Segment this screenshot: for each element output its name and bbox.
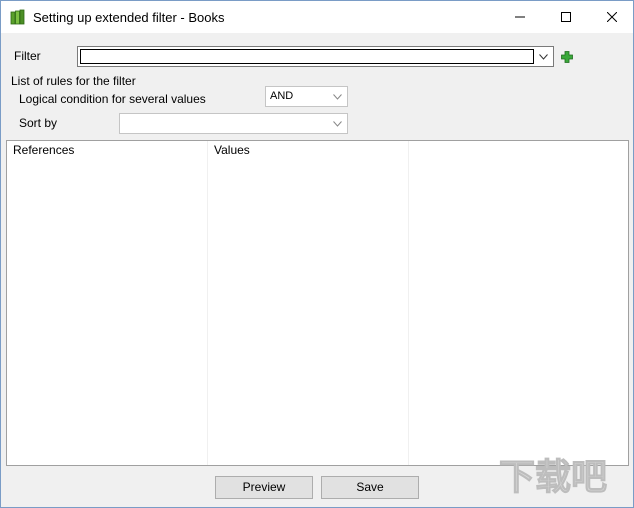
column-header-references[interactable]: References <box>7 141 207 160</box>
minimize-icon <box>515 16 525 18</box>
logical-condition-label: Logical condition for several values <box>19 92 206 106</box>
maximize-button[interactable] <box>543 1 589 33</box>
column-divider <box>408 141 409 465</box>
chevron-down-icon <box>330 89 345 104</box>
window-title: Setting up extended filter - Books <box>33 10 225 25</box>
filter-combobox[interactable] <box>77 46 554 67</box>
plus-icon[interactable] <box>561 51 573 63</box>
rules-grid[interactable]: References Values <box>6 140 629 466</box>
filter-dropdown-button[interactable] <box>535 48 552 65</box>
chevron-down-icon <box>539 53 548 60</box>
minimize-button[interactable] <box>497 1 543 33</box>
filter-dialog-window: Setting up extended filter - Books Filte… <box>0 0 634 508</box>
filter-text-field[interactable] <box>80 49 534 64</box>
close-button[interactable] <box>589 1 634 33</box>
close-icon <box>607 12 617 22</box>
column-header-values[interactable]: Values <box>208 141 408 160</box>
sort-by-label: Sort by <box>19 116 58 130</box>
title-bar: Setting up extended filter - Books <box>1 1 633 33</box>
logical-condition-value: AND <box>270 90 294 102</box>
chevron-down-icon <box>330 116 345 131</box>
watermark-text: 下载吧 <box>499 457 607 498</box>
maximize-icon <box>561 12 571 22</box>
sort-by-select[interactable] <box>119 113 348 134</box>
preview-button[interactable]: Preview <box>215 476 313 499</box>
watermark-logo: 下载吧 <box>497 447 629 503</box>
save-button[interactable]: Save <box>321 476 419 499</box>
books-app-icon <box>10 9 26 25</box>
rules-section-label: List of rules for the filter <box>11 74 136 88</box>
column-header-empty <box>409 141 628 160</box>
filter-label: Filter <box>14 49 41 63</box>
column-divider <box>207 141 208 465</box>
logical-condition-select[interactable]: AND <box>265 86 348 107</box>
